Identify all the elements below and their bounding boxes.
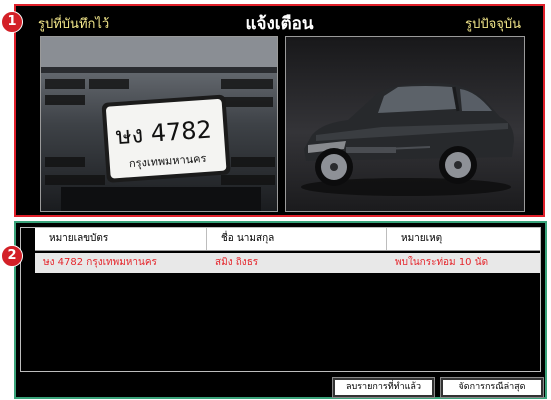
table-row[interactable]: ษง 4782 กรุงเทพมหานคร สมิง ถิงธร พบในกระ… bbox=[35, 253, 540, 273]
results-panel: หมายเลขบัตร ชื่อ นามสกุล หมายเหตุ ษง 478… bbox=[14, 221, 547, 399]
current-image-label: รูปปัจจุบัน bbox=[465, 17, 521, 32]
saved-plate-image: ษง 4782 กรุงเทพมหานคร bbox=[40, 36, 278, 212]
current-car-image bbox=[285, 36, 525, 212]
step-one-badge: 1 bbox=[1, 11, 23, 33]
column-card-number[interactable]: หมายเลขบัตร bbox=[35, 228, 207, 250]
column-note[interactable]: หมายเหตุ bbox=[387, 228, 542, 250]
step-two-badge: 2 bbox=[1, 245, 23, 267]
handle-latest-case-button[interactable]: จัดการกรณีล่าสุด bbox=[440, 377, 544, 398]
alert-panel: รูปที่บันทึกไว้ แจ้งเตือน รูปปัจจุบัน ษง… bbox=[14, 4, 545, 217]
cell-full-name: สมิง ถิงธร bbox=[215, 257, 259, 268]
cell-card-number: ษง 4782 กรุงเทพมหานคร bbox=[43, 257, 157, 268]
results-table: หมายเลขบัตร ชื่อ นามสกุล หมายเหตุ ษง 478… bbox=[20, 227, 541, 372]
alert-title: แจ้งเตือน bbox=[245, 14, 314, 34]
table-header: หมายเลขบัตร ชื่อ นามสกุล หมายเหตุ bbox=[35, 228, 540, 251]
cell-note: พบในกระท่อม 10 นัด bbox=[395, 257, 489, 268]
row-selector[interactable] bbox=[21, 253, 35, 273]
column-full-name[interactable]: ชื่อ นามสกุล bbox=[207, 228, 387, 250]
clear-done-items-button[interactable]: ลบรายการที่ทำแล้ว bbox=[332, 377, 435, 398]
